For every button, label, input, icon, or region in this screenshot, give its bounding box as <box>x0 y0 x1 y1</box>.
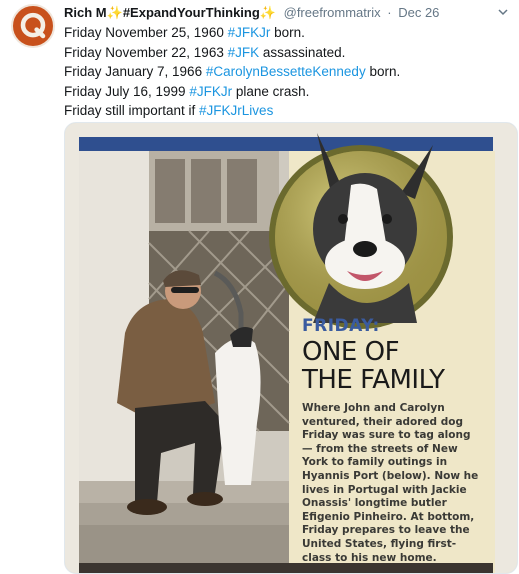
tweet-line: Friday January 7, 1966 #CarolynBessetteK… <box>64 62 400 82</box>
hashtag-link[interactable]: #JFKJr <box>189 84 232 99</box>
body-line: Hyannis Port (below). Now he <box>302 469 479 482</box>
line-suffix: born. <box>270 25 305 40</box>
tweet-line: Friday November 22, 1963 #JFK assassinat… <box>64 43 400 63</box>
line-suffix: plane crash. <box>232 83 310 99</box>
body-line: York to family outings in <box>302 456 448 469</box>
hashtag-link[interactable]: #JFKJrLives <box>199 103 273 118</box>
avatar[interactable]: Q <box>11 4 55 48</box>
sparkle-right-icon: ✨ <box>259 5 276 20</box>
separator-dot: · <box>387 5 392 20</box>
body-line: Friday was sure to tag along <box>302 429 471 442</box>
body-line: Efigenio Pinheiro. At bottom, <box>302 510 475 523</box>
tweet-line: Friday still important if #JFKJrLives <box>64 101 400 121</box>
body-line: Onassis' longtime butler <box>302 497 447 510</box>
body-line: Where John and Carolyn <box>302 402 445 414</box>
tweet-text: Friday November 25, 1960 #JFKJr born. Fr… <box>64 23 400 121</box>
line-text: Friday January 7, 1966 <box>64 64 206 79</box>
body-line: lives in Portugal with Jackie <box>302 483 467 496</box>
tweet-date[interactable]: Dec 26 <box>398 5 439 20</box>
line-text: Friday still important if <box>64 103 200 118</box>
tweet-header: Rich M✨#ExpandYourThinking✨ @freefrommat… <box>64 4 439 22</box>
author-handle[interactable]: @freefrommatrix <box>284 5 381 20</box>
magazine-article: FRIDAY: ONE OF THE FAMILY Where John and… <box>302 316 507 565</box>
tweet-media-photo[interactable]: FRIDAY: ONE OF THE FAMILY Where John and… <box>64 122 518 574</box>
sparkle-left-icon: ✨ <box>106 5 123 20</box>
hashtag-link[interactable]: #CarolynBessetteKennedy <box>206 64 366 79</box>
author-name-hashtag: #ExpandYourThinking <box>122 5 260 20</box>
author-name-text: Rich M <box>64 5 107 20</box>
magazine-body: Where John and Carolyn ventured, their a… <box>302 402 507 565</box>
chevron-down-icon[interactable] <box>497 6 509 18</box>
magazine-headline-1: ONE OF <box>302 337 400 367</box>
body-line: ventured, their adored dog <box>302 415 463 428</box>
hashtag-link[interactable]: #JFKJr <box>228 25 271 40</box>
magazine-headline-2: THE FAMILY <box>302 365 445 395</box>
author-name[interactable]: Rich M✨#ExpandYourThinking✨ <box>64 5 276 20</box>
line-suffix: born. <box>365 64 401 79</box>
body-line: United States, flying first- <box>302 537 457 550</box>
body-line: Friday prepares to leave the <box>302 524 470 537</box>
magazine-kicker: FRIDAY: <box>302 316 380 336</box>
tweet: Q Rich M✨#ExpandYourThinking✨ @freefromm… <box>0 0 519 574</box>
hashtag-link[interactable]: #JFK <box>228 45 260 60</box>
tweet-line: Friday November 25, 1960 #JFKJr born. <box>64 23 400 43</box>
avatar-q-icon: Q <box>14 7 52 45</box>
line-text: Friday July 16, 1999 <box>64 83 190 99</box>
body-line: class to his new home. <box>302 551 437 564</box>
line-suffix: assassinated. <box>259 44 346 60</box>
line-text: Friday November 25, 1960 <box>64 25 228 40</box>
line-text: Friday November 22, 1963 <box>64 44 228 60</box>
tweet-line: Friday July 16, 1999 #JFKJr plane crash. <box>64 82 400 102</box>
body-line: — from the streets of New <box>302 442 458 455</box>
